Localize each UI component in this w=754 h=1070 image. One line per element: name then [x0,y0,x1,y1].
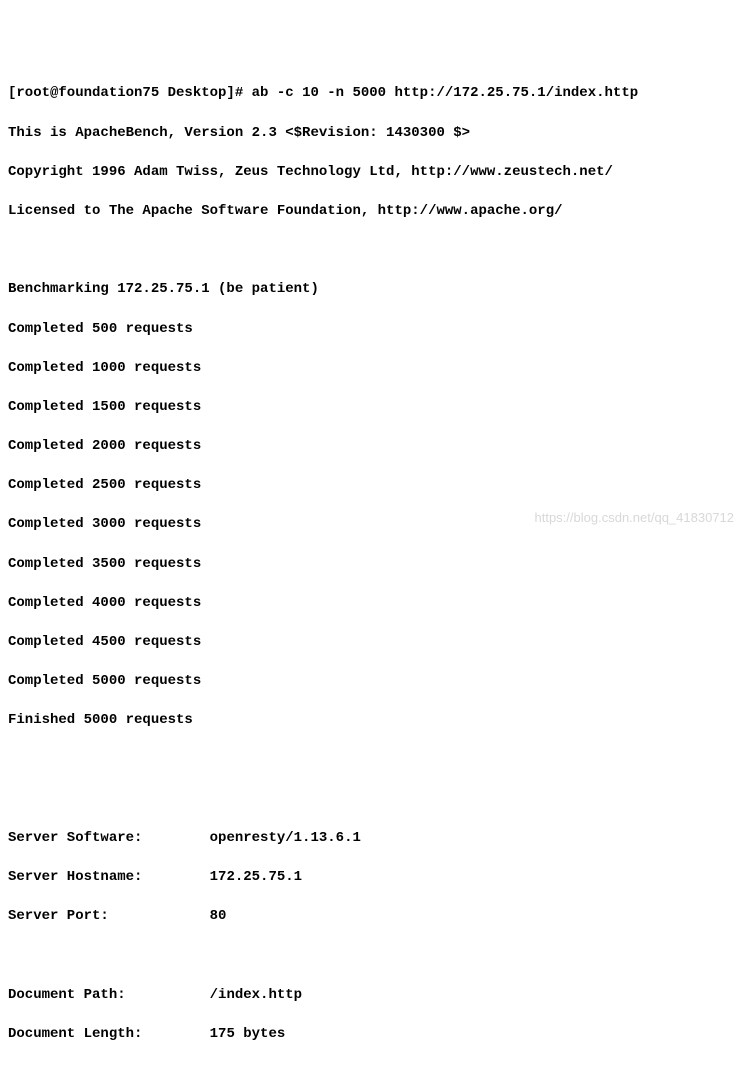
progress-line: Completed 500 requests [8,320,746,340]
server-hostname-value: 172.25.75.1 [210,869,302,885]
result-line: Server Software: openresty/1.13.6.1 [8,829,746,849]
progress-line: Completed 2500 requests [8,476,746,496]
server-port-label: Server Port: [8,908,109,924]
prompt-line: [root@foundation75 Desktop]# ab -c 10 -n… [8,84,746,104]
progress-line: Completed 2000 requests [8,437,746,457]
document-path-value: /index.http [210,987,302,1003]
result-line: Document Path: /index.http [8,986,746,1006]
command: ab -c 10 -n 5000 http://172.25.75.1/inde… [252,85,638,101]
progress-line: Completed 5000 requests [8,672,746,692]
document-path-label: Document Path: [8,987,126,1003]
blank-line [8,751,746,771]
progress-line: Completed 1500 requests [8,398,746,418]
finished-line: Finished 5000 requests [8,711,746,731]
server-hostname-label: Server Hostname: [8,869,142,885]
result-line: Document Length: 175 bytes [8,1025,746,1045]
benchmark-start: Benchmarking 172.25.75.1 (be patient) [8,280,746,300]
progress-line: Completed 4500 requests [8,633,746,653]
server-software-value: openresty/1.13.6.1 [210,830,361,846]
progress-line: Completed 1000 requests [8,359,746,379]
blank-line [8,241,746,261]
header-line-2: Copyright 1996 Adam Twiss, Zeus Technolo… [8,163,746,183]
blank-line [8,947,746,967]
blank-line [8,790,746,810]
blank-line [8,1064,746,1070]
header-line-3: Licensed to The Apache Software Foundati… [8,202,746,222]
result-line: Server Hostname: 172.25.75.1 [8,868,746,888]
result-line: Server Port: 80 [8,907,746,927]
progress-line: Completed 3500 requests [8,555,746,575]
server-port-value: 80 [210,908,227,924]
progress-line: Completed 4000 requests [8,594,746,614]
header-line-1: This is ApacheBench, Version 2.3 <$Revis… [8,124,746,144]
watermark: https://blog.csdn.net/qq_41830712 [535,509,735,527]
document-length-value: 175 bytes [210,1026,286,1042]
document-length-label: Document Length: [8,1026,142,1042]
shell-prompt: [root@foundation75 Desktop]# [8,85,243,101]
server-software-label: Server Software: [8,830,142,846]
